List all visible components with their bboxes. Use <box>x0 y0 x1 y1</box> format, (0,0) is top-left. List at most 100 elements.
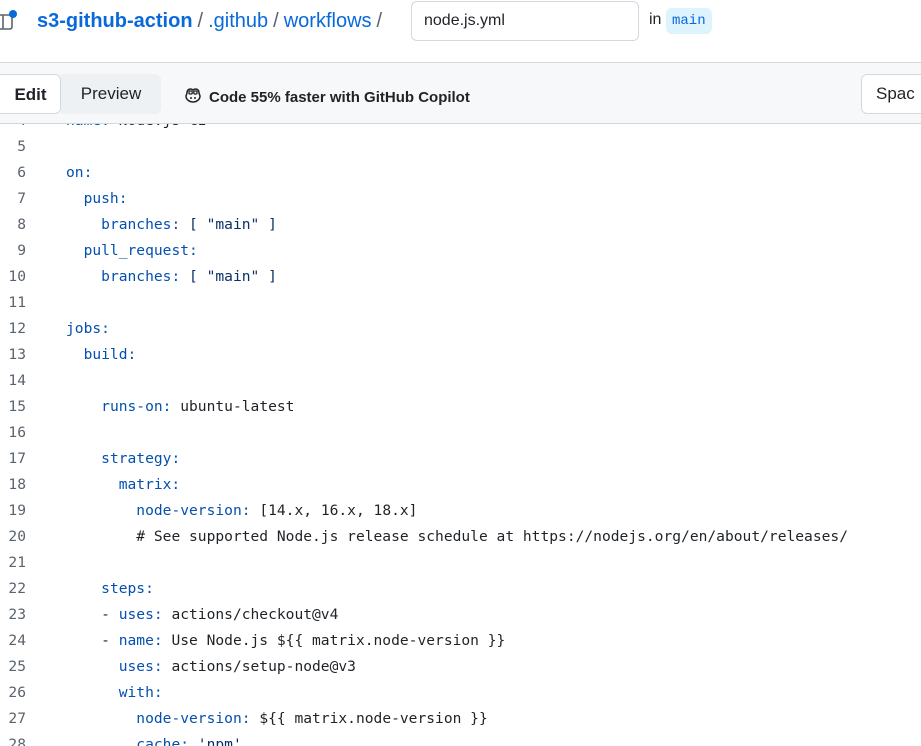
line-number: 13 <box>8 346 26 363</box>
line-code: build: <box>66 342 137 368</box>
line-number: 12 <box>8 320 26 337</box>
breadcrumb-separator: / <box>376 9 383 32</box>
line-number: 16 <box>8 424 26 441</box>
breadcrumb-workflows-folder-link[interactable]: workflows <box>284 10 372 33</box>
code-line: 27 node-version: ${{ matrix.node-version… <box>0 706 921 732</box>
line-number: 18 <box>8 476 26 493</box>
code-line: 10 branches: [ "main" ] <box>0 264 921 290</box>
line-number: 26 <box>8 684 26 701</box>
code-line: 28 cache: 'npm' <box>0 732 921 746</box>
yaml-value: actions/checkout@v4 <box>162 606 339 623</box>
yaml-key: with: <box>118 684 163 701</box>
code-line: 20 # See supported Node.js release sched… <box>0 524 921 550</box>
code-line: 24 - name: Use Node.js ${{ matrix.node-v… <box>0 628 921 654</box>
line-number: 4 <box>0 124 26 134</box>
code-line: 16 <box>0 420 921 446</box>
code-line: 23 - uses: actions/checkout@v4 <box>0 602 921 628</box>
line-code: node-version: [14.x, 16.x, 18.x] <box>66 498 417 524</box>
line-indent: - <box>66 606 119 623</box>
yaml-key: on: <box>66 164 93 181</box>
yaml-value: [14.x, 16.x, 18.x] <box>250 502 418 519</box>
yaml-key: branches: <box>101 268 181 285</box>
yaml-key: name: <box>118 632 163 649</box>
line-number: 21 <box>8 554 26 571</box>
file-tree-icon[interactable] <box>0 9 20 33</box>
code-line: 5 <box>0 134 921 160</box>
file-header: s3-github-action / .github / workflows /… <box>0 0 921 62</box>
line-code: jobs: <box>66 316 110 342</box>
line-number: 28 <box>8 736 26 746</box>
line-indent: - <box>66 632 119 649</box>
line-number: 5 <box>17 138 26 155</box>
line-code: with: <box>66 680 163 706</box>
copilot-promo-label: Code 55% faster with GitHub Copilot <box>209 88 470 106</box>
copilot-promo-link[interactable]: Code 55% faster with GitHub Copilot <box>183 85 470 109</box>
yaml-key: node-version: <box>136 710 251 727</box>
branch-badge[interactable]: main <box>666 8 712 34</box>
line-number: 19 <box>8 502 26 519</box>
code-line: 14 <box>0 368 921 394</box>
line-code: branches: [ "main" ] <box>66 212 277 238</box>
breadcrumb-separator: / <box>273 9 279 32</box>
code-line: 11 <box>0 290 921 316</box>
line-code: matrix: <box>66 472 181 498</box>
yaml-key: steps: <box>101 580 154 597</box>
code-line: 19 node-version: [14.x, 16.x, 18.x] <box>0 498 921 524</box>
line-number: 9 <box>17 242 26 259</box>
line-number: 24 <box>8 632 26 649</box>
line-code: # See supported Node.js release schedule… <box>66 524 848 550</box>
code-editor[interactable]: 4name: Node.js CI56on:7 push:8 branches:… <box>0 124 921 746</box>
line-code: name: Node.js CI <box>66 124 207 134</box>
line-code: branches: [ "main" ] <box>66 264 277 290</box>
yaml-key: strategy: <box>101 450 181 467</box>
yaml-value: ubuntu-latest <box>171 398 295 415</box>
code-line: 26 with: <box>0 680 921 706</box>
yaml-key: jobs: <box>66 320 110 337</box>
yaml-key: pull_request: <box>83 242 198 259</box>
breadcrumb-repo-link[interactable]: s3-github-action <box>37 10 193 33</box>
code-line: 7 push: <box>0 186 921 212</box>
indent-mode-select[interactable]: Spac <box>861 74 921 114</box>
code-line: 15 runs-on: ubuntu-latest <box>0 394 921 420</box>
line-number: 17 <box>8 450 26 467</box>
code-line: 12 jobs: <box>0 316 921 342</box>
yaml-key: uses: <box>118 606 163 623</box>
code-line: 21 <box>0 550 921 576</box>
line-code: on: <box>66 160 92 186</box>
code-line: 9 pull_request: <box>0 238 921 264</box>
line-number: 25 <box>8 658 26 675</box>
line-number: 11 <box>8 294 26 311</box>
line-number: 7 <box>17 190 26 207</box>
yaml-value: actions/setup-node@v3 <box>162 658 356 675</box>
yaml-value: # See supported Node.js release schedule… <box>136 528 848 545</box>
line-code: push: <box>66 186 128 212</box>
yaml-value: Use Node.js ${{ matrix.node-version }} <box>162 632 506 649</box>
breadcrumb-separator: / <box>197 9 204 32</box>
breadcrumb-github-folder-link[interactable]: .github <box>208 10 268 33</box>
line-number: 27 <box>8 710 26 727</box>
code-line: 17 strategy: <box>0 446 921 472</box>
code-line: 8 branches: [ "main" ] <box>0 212 921 238</box>
tab-edit[interactable]: Edit <box>0 74 61 114</box>
code-line: 18 matrix: <box>0 472 921 498</box>
filename-input[interactable] <box>411 1 639 41</box>
line-code: steps: <box>66 576 154 602</box>
code-lines: 4name: Node.js CI56on:7 push:8 branches:… <box>0 124 921 746</box>
yaml-key: branches: <box>101 216 181 233</box>
code-line: 6 on: <box>0 160 921 186</box>
yaml-key: build: <box>83 346 137 363</box>
code-line: 4 name: Node.js CI <box>0 124 921 134</box>
breadcrumb: s3-github-action / .github / workflows / <box>37 9 387 33</box>
line-code: pull_request: <box>66 238 198 264</box>
tab-preview[interactable]: Preview <box>61 74 161 114</box>
